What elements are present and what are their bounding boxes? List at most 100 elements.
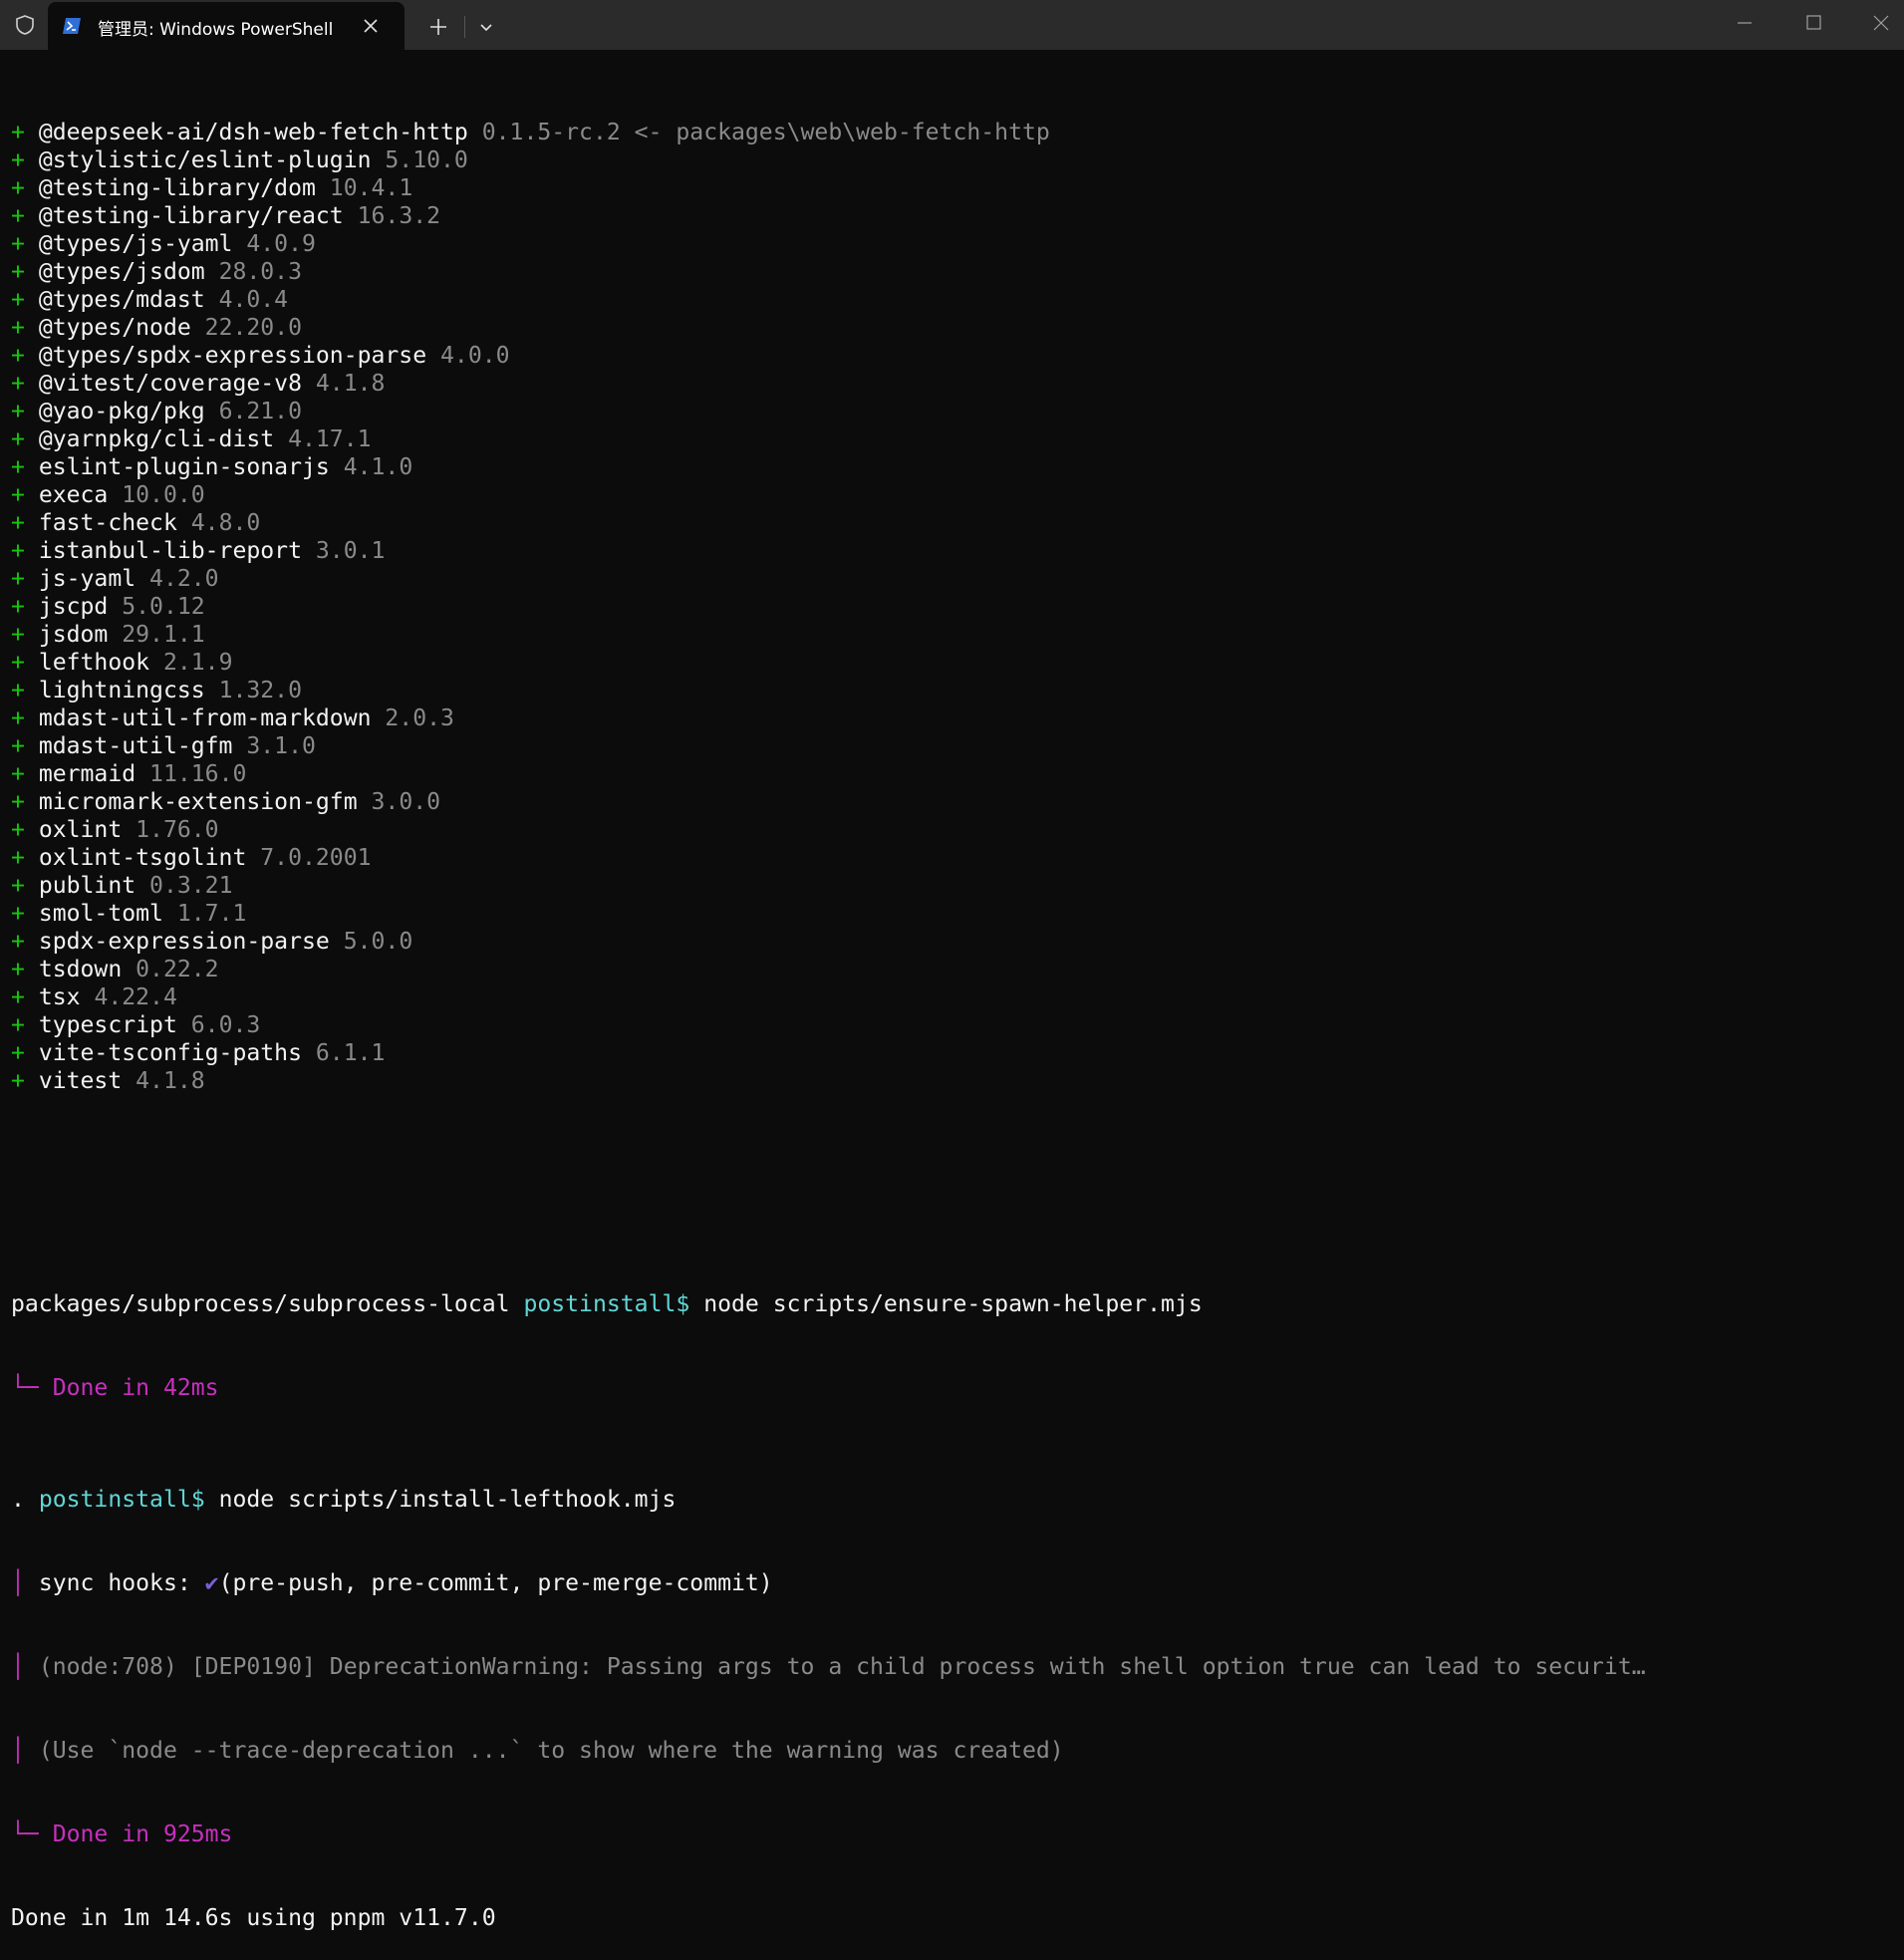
- package-row: + @types/mdast 4.0.4: [11, 286, 1894, 314]
- plus-sign: +: [11, 929, 25, 955]
- package-row: + @deepseek-ai/dsh-web-fetch-http 0.1.5-…: [11, 119, 1894, 146]
- plus-sign: +: [11, 1068, 25, 1094]
- maximize-button[interactable]: [1798, 8, 1828, 38]
- package-version: 1.7.1: [176, 901, 247, 927]
- package-row: + lefthook 2.1.9: [11, 649, 1894, 677]
- package-version: 3.0.1: [315, 538, 386, 564]
- package-row: + fast-check 4.8.0: [11, 509, 1894, 537]
- package-version: 5.0.12: [122, 594, 205, 620]
- package-name: oxlint: [38, 817, 123, 843]
- chevron-down-icon[interactable]: [472, 13, 500, 41]
- postinstall-line-spawn-helper: packages/subprocess/subprocess-local pos…: [11, 1290, 1894, 1318]
- package-path: .: [11, 1487, 25, 1513]
- plus-sign: +: [11, 203, 25, 229]
- plus-sign: +: [11, 315, 25, 341]
- package-name: execa: [38, 482, 109, 508]
- plus-sign: +: [11, 538, 25, 564]
- package-row: + @types/js-yaml 4.0.9: [11, 230, 1894, 258]
- package-name: lefthook: [38, 650, 150, 676]
- package-row: + oxlint 1.76.0: [11, 816, 1894, 844]
- package-version: 5.10.0: [385, 147, 468, 173]
- package-version: 1.76.0: [136, 817, 219, 843]
- package-path: packages/subprocess/subprocess-local: [11, 1291, 510, 1317]
- plus-sign: +: [11, 845, 25, 871]
- package-name: jsdom: [38, 622, 109, 648]
- close-tab-icon[interactable]: [359, 14, 383, 38]
- plus-sign: +: [11, 733, 25, 759]
- new-tab-button[interactable]: [424, 13, 452, 41]
- script-name: postinstall$: [523, 1291, 690, 1317]
- deprecation-warning-line: │ (node:708) [DEP0190] DeprecationWarnin…: [11, 1653, 1894, 1681]
- package-version: 5.0.0: [343, 929, 413, 955]
- plus-sign: +: [11, 343, 25, 369]
- package-row: + @testing-library/dom 10.4.1: [11, 174, 1894, 202]
- package-row: + oxlint-tsgolint 7.0.2001: [11, 844, 1894, 872]
- package-row: + jscpd 5.0.12: [11, 593, 1894, 621]
- package-row: + @types/jsdom 28.0.3: [11, 258, 1894, 286]
- package-row: + eslint-plugin-sonarjs 4.1.0: [11, 453, 1894, 481]
- package-version: 10.0.0: [122, 482, 205, 508]
- package-version: 22.20.0: [204, 315, 302, 341]
- package-name: @yarnpkg/cli-dist: [38, 426, 275, 452]
- plus-sign: +: [11, 259, 25, 285]
- plus-sign: +: [11, 175, 25, 201]
- package-row: + spdx-expression-parse 5.0.0: [11, 928, 1894, 956]
- package-name: spdx-expression-parse: [38, 929, 330, 955]
- plus-sign: +: [11, 957, 25, 982]
- package-name: @testing-library/react: [38, 203, 344, 229]
- plus-sign: +: [11, 287, 25, 313]
- package-name: @yao-pkg/pkg: [38, 399, 205, 424]
- package-name: eslint-plugin-sonarjs: [38, 454, 330, 480]
- package-name: js-yaml: [38, 566, 136, 592]
- tree-bar: │: [11, 1654, 25, 1680]
- package-name: mdast-util-gfm: [38, 733, 233, 759]
- package-row: + micromark-extension-gfm 3.0.0: [11, 788, 1894, 816]
- plus-sign: +: [11, 622, 25, 648]
- package-row: + js-yaml 4.2.0: [11, 565, 1894, 593]
- script-command: node scripts/install-lefthook.mjs: [218, 1487, 677, 1513]
- package-version: 1.32.0: [218, 678, 302, 703]
- install-summary: Done in 1m 14.6s using pnpm v11.7.0: [11, 1905, 496, 1931]
- plus-sign: +: [11, 120, 25, 145]
- sync-hooks-label: sync hooks:: [38, 1570, 205, 1596]
- package-row: + @yao-pkg/pkg 6.21.0: [11, 398, 1894, 425]
- tab-title: 管理员: Windows PowerShell: [98, 20, 334, 40]
- package-version: 0.1.5-rc.2 <- packages\web\web-fetch-htt…: [481, 120, 1050, 145]
- package-name: oxlint-tsgolint: [38, 845, 247, 871]
- package-row: + lightningcss 1.32.0: [11, 677, 1894, 704]
- package-name: vitest: [38, 1068, 123, 1094]
- package-name: tsx: [38, 984, 81, 1010]
- tree-bar: │: [11, 1570, 25, 1596]
- plus-sign: +: [11, 678, 25, 703]
- plus-sign: +: [11, 817, 25, 843]
- package-version: 4.0.0: [440, 343, 510, 369]
- package-row: + @vitest/coverage-v8 4.1.8: [11, 370, 1894, 398]
- plus-sign: +: [11, 901, 25, 927]
- package-version: 4.17.1: [288, 426, 372, 452]
- package-row: + mdast-util-from-markdown 2.0.3: [11, 704, 1894, 732]
- sync-hooks-line: │ sync hooks: ✔(pre-push, pre-commit, pr…: [11, 1569, 1894, 1597]
- deprecation-warning: (node:708) [DEP0190] DeprecationWarning:…: [38, 1654, 1646, 1680]
- package-row: + vite-tsconfig-paths 6.1.1: [11, 1039, 1894, 1067]
- minimize-button[interactable]: [1730, 8, 1760, 38]
- plus-sign: +: [11, 399, 25, 424]
- package-name: @testing-library/dom: [38, 175, 316, 201]
- done-line-lefthook: └─ Done in 925ms: [11, 1821, 233, 1847]
- package-name: @deepseek-ai/dsh-web-fetch-http: [38, 120, 468, 145]
- package-name: tsdown: [38, 957, 123, 982]
- terminal-output[interactable]: + @deepseek-ai/dsh-web-fetch-http 0.1.5-…: [11, 63, 1894, 1960]
- close-window-button[interactable]: [1866, 8, 1896, 38]
- trace-hint-line: │ (Use `node --trace-deprecation ...` to…: [11, 1737, 1894, 1765]
- package-version: 11.16.0: [149, 761, 247, 787]
- done-line-spawn-helper: └─ Done in 42ms: [11, 1375, 219, 1401]
- package-row: + @testing-library/react 16.3.2: [11, 202, 1894, 230]
- tree-bar: │: [11, 1738, 25, 1764]
- plus-sign: +: [11, 371, 25, 397]
- package-row: + smol-toml 1.7.1: [11, 900, 1894, 928]
- tab-powershell[interactable]: 管理员: Windows PowerShell: [48, 2, 405, 50]
- package-name: lightningcss: [38, 678, 205, 703]
- plus-sign: +: [11, 789, 25, 815]
- package-version: 28.0.3: [218, 259, 302, 285]
- package-row: + @types/node 22.20.0: [11, 314, 1894, 342]
- powershell-icon: [63, 18, 81, 34]
